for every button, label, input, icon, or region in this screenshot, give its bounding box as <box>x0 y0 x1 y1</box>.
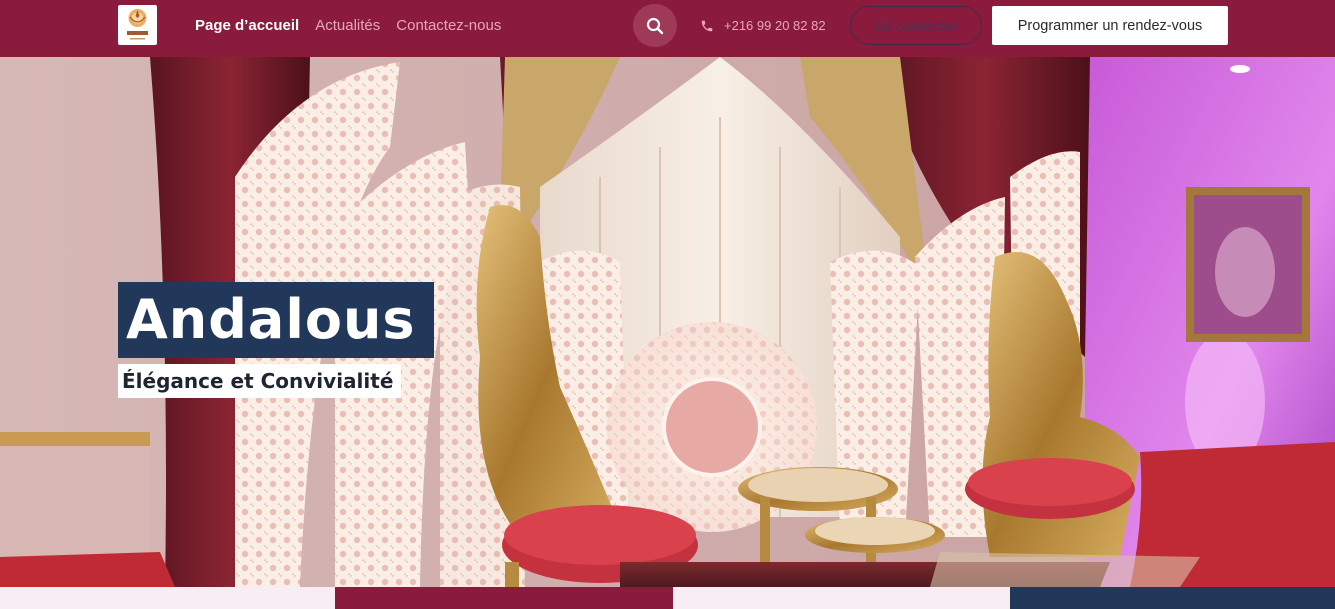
brand-logo[interactable] <box>118 5 157 45</box>
strip-segment-4 <box>1010 587 1335 609</box>
strip-segment-3 <box>673 587 1010 609</box>
schedule-appointment-button[interactable]: Programmer un rendez-vous <box>992 6 1228 45</box>
main-nav: Page d’accueil Actualités Contactez-nous <box>195 17 501 34</box>
phone-icon <box>701 20 713 31</box>
phone-contact[interactable]: +216 99 20 82 82 <box>700 18 826 33</box>
bottom-color-strip <box>0 587 1335 609</box>
login-button[interactable]: Se connecter <box>850 6 982 45</box>
phone-number: +216 99 20 82 82 <box>724 18 826 33</box>
top-header: Page d’accueil Actualités Contactez-nous… <box>0 0 1335 57</box>
strip-segment-2 <box>335 587 673 609</box>
hero-banner: Andalous Élégance et Convivialité <box>0 57 1335 587</box>
nav-contact[interactable]: Contactez-nous <box>396 17 501 34</box>
search-button[interactable] <box>633 4 677 47</box>
nav-home[interactable]: Page d’accueil <box>195 17 299 34</box>
hero-title: Andalous <box>118 282 434 358</box>
nav-news[interactable]: Actualités <box>315 17 380 34</box>
hero-subtitle: Élégance et Convivialité <box>118 364 402 398</box>
search-icon <box>646 17 664 34</box>
strip-segment-1 <box>0 587 335 609</box>
logo-emblem-icon <box>127 9 148 40</box>
